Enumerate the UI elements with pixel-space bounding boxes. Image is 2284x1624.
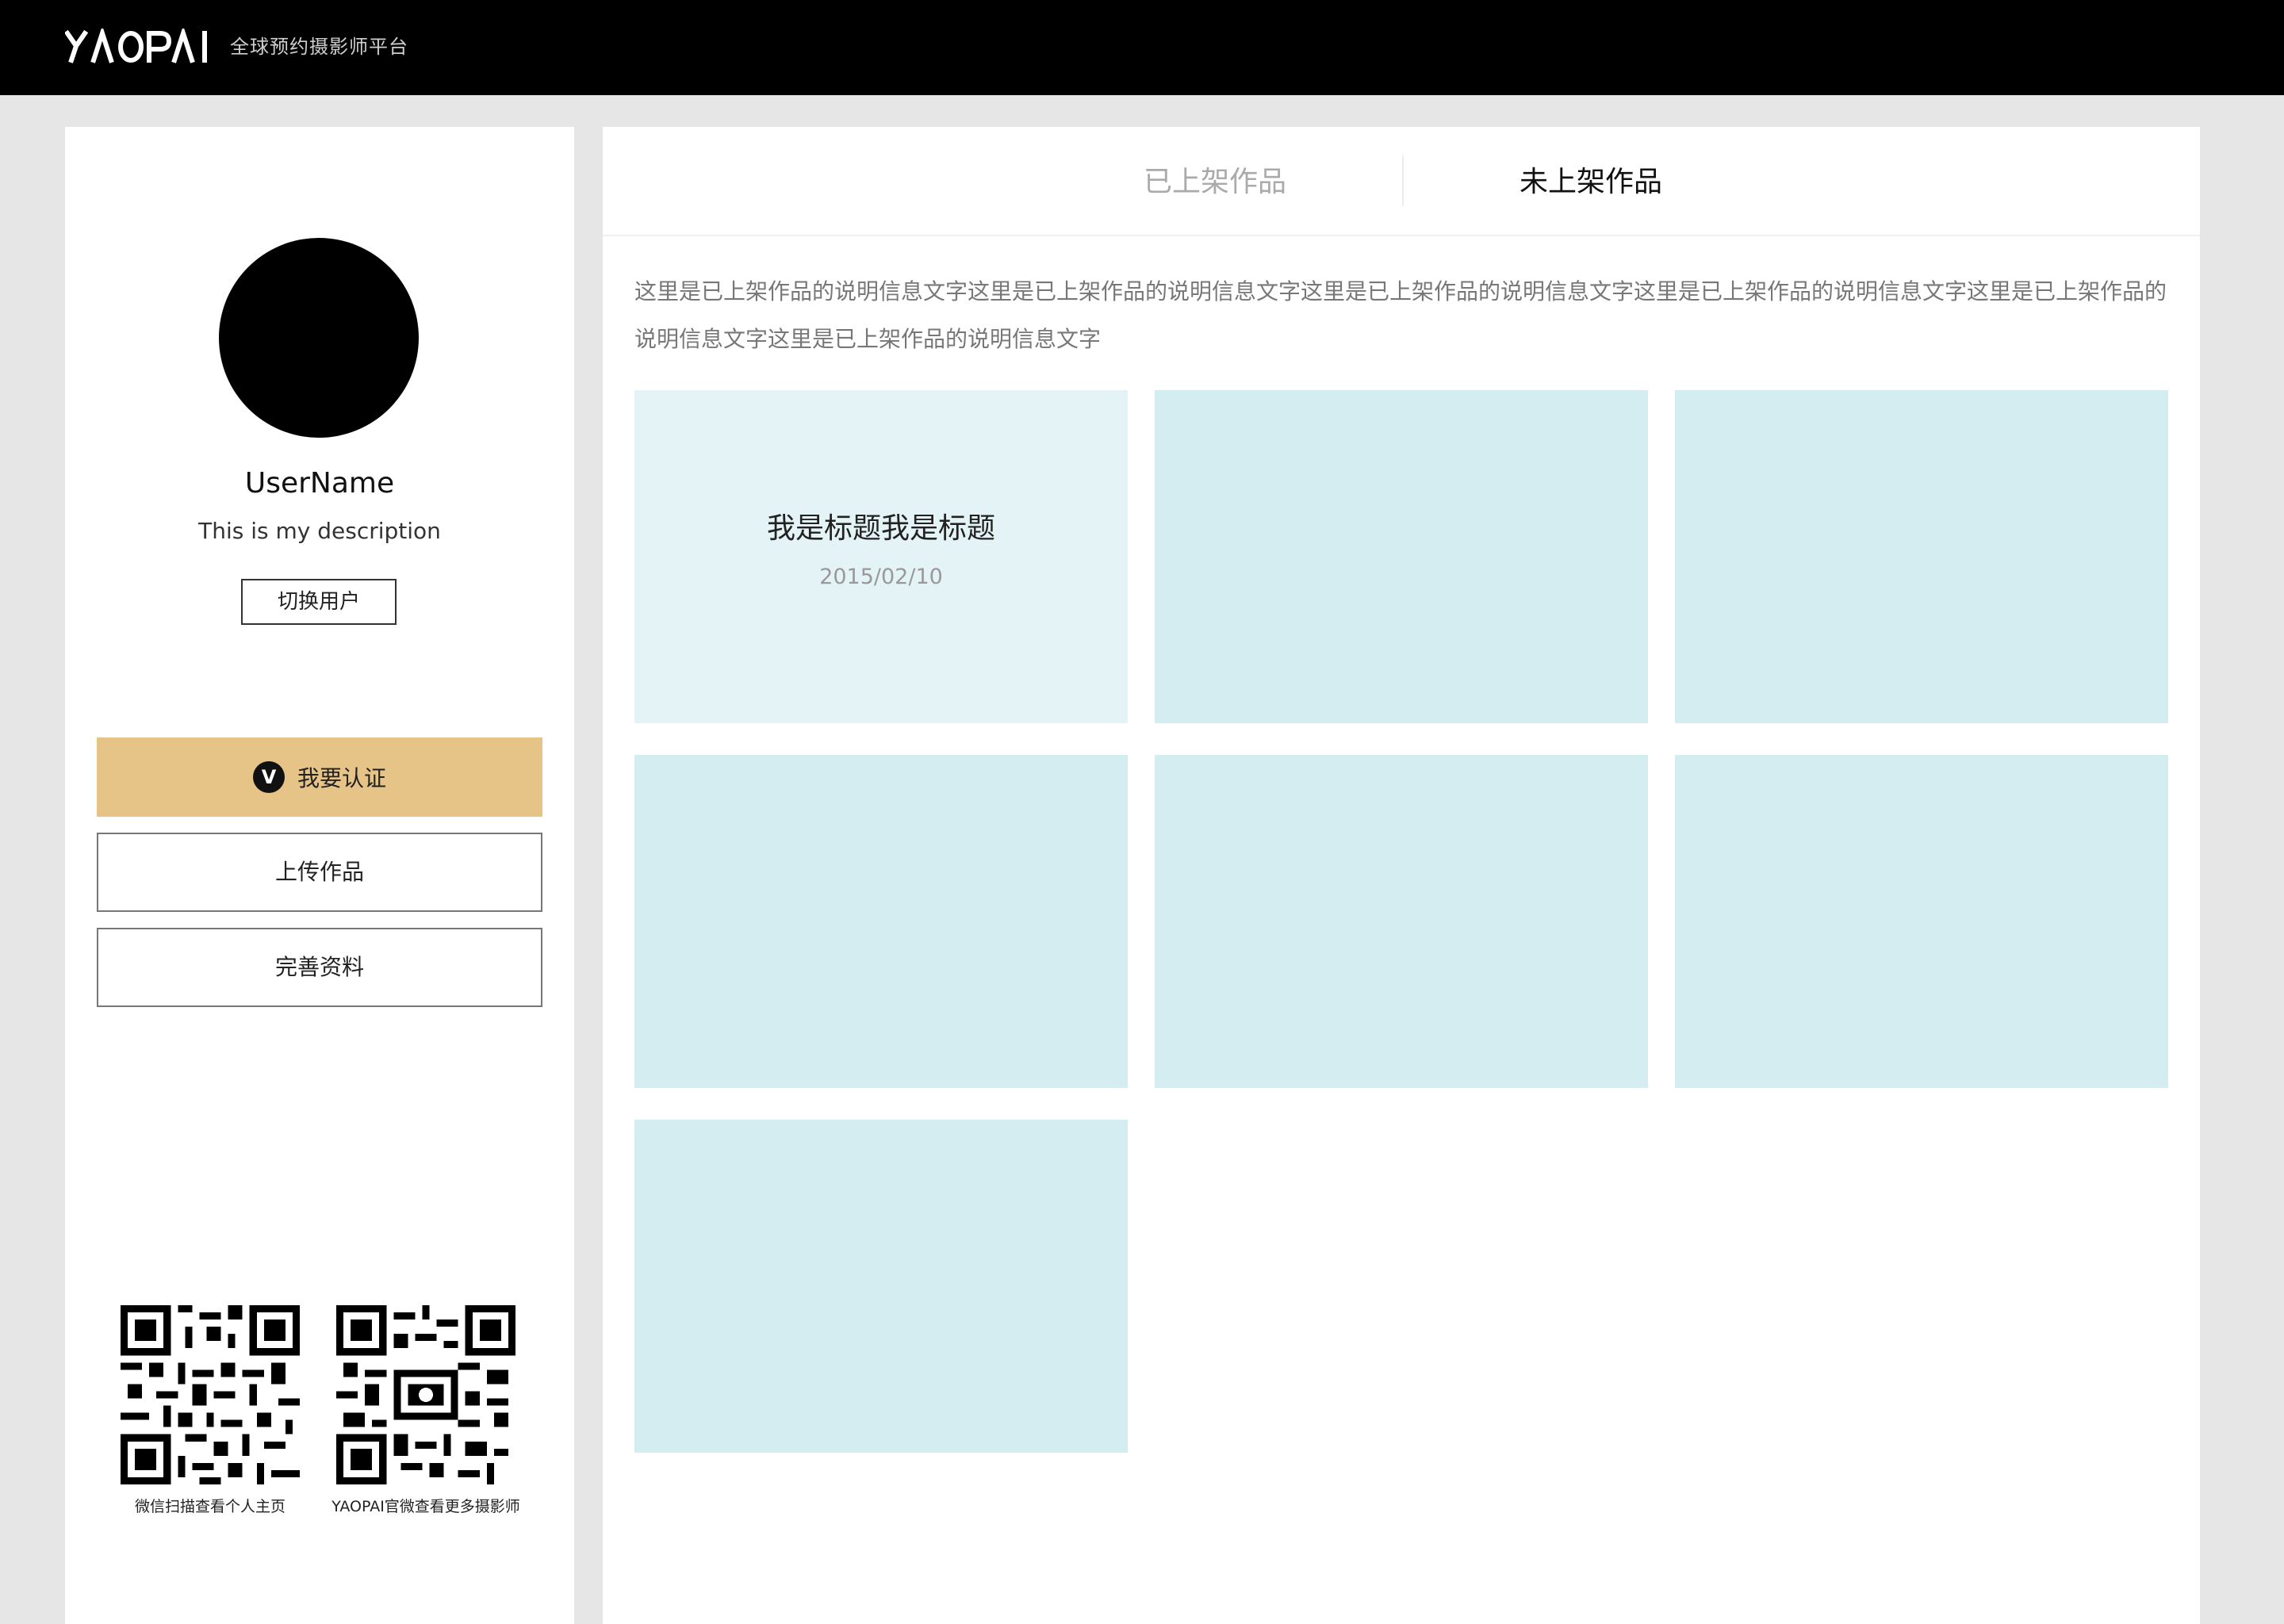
work-date: 2015/02/10 [819, 565, 943, 589]
tab-divider [1402, 155, 1404, 206]
platform-tagline: 全球预约摄影师平台 [230, 36, 408, 58]
upload-works-button[interactable]: 上传作品 [97, 833, 542, 912]
user-description: This is my description [198, 518, 441, 544]
work-card[interactable] [1675, 390, 2168, 723]
username: UserName [244, 467, 395, 500]
works-tabs: 已上架作品 未上架作品 [603, 127, 2200, 236]
work-card[interactable] [1155, 390, 1648, 723]
switch-user-button[interactable]: 切换用户 [241, 579, 397, 625]
work-card[interactable] [1675, 755, 2168, 1088]
qr-caption-personal: 微信扫描查看个人主页 [134, 1498, 286, 1515]
verified-v-icon: V [252, 761, 285, 793]
verify-button[interactable]: V 我要认证 [97, 737, 542, 817]
works-description: 这里是已上架作品的说明信息文字这里是已上架作品的说明信息文字这里是已上架作品的说… [634, 278, 2167, 352]
complete-profile-button[interactable]: 完善资料 [97, 928, 542, 1007]
verify-label: 我要认证 [297, 765, 386, 791]
works-panel: 已上架作品 未上架作品 这里是已上架作品的说明信息文字这里是已上架作品的说明信息… [603, 127, 2200, 1624]
profile-sidebar: UserName This is my description 切换用户 V 我… [65, 127, 574, 1624]
top-navigation-bar: 全球预约摄影师平台 [0, 0, 2284, 95]
personal-homepage-qr-code [121, 1305, 300, 1484]
official-account-qr-code [336, 1305, 515, 1484]
yaopai-logo[interactable] [65, 29, 216, 65]
work-title: 我是标题我是标题 [766, 512, 995, 545]
tab-unlisted-works[interactable]: 未上架作品 [1519, 163, 1662, 201]
avatar[interactable] [219, 238, 419, 438]
work-card[interactable] [1155, 755, 1648, 1088]
tab-listed-works[interactable]: 已上架作品 [1144, 163, 1286, 201]
work-card[interactable] [634, 1120, 1128, 1453]
work-card[interactable]: 我是标题我是标题 2015/02/10 [634, 390, 1128, 723]
work-card[interactable] [634, 755, 1128, 1088]
qr-caption-official: YAOPAI官微查看更多摄影师 [331, 1498, 520, 1515]
